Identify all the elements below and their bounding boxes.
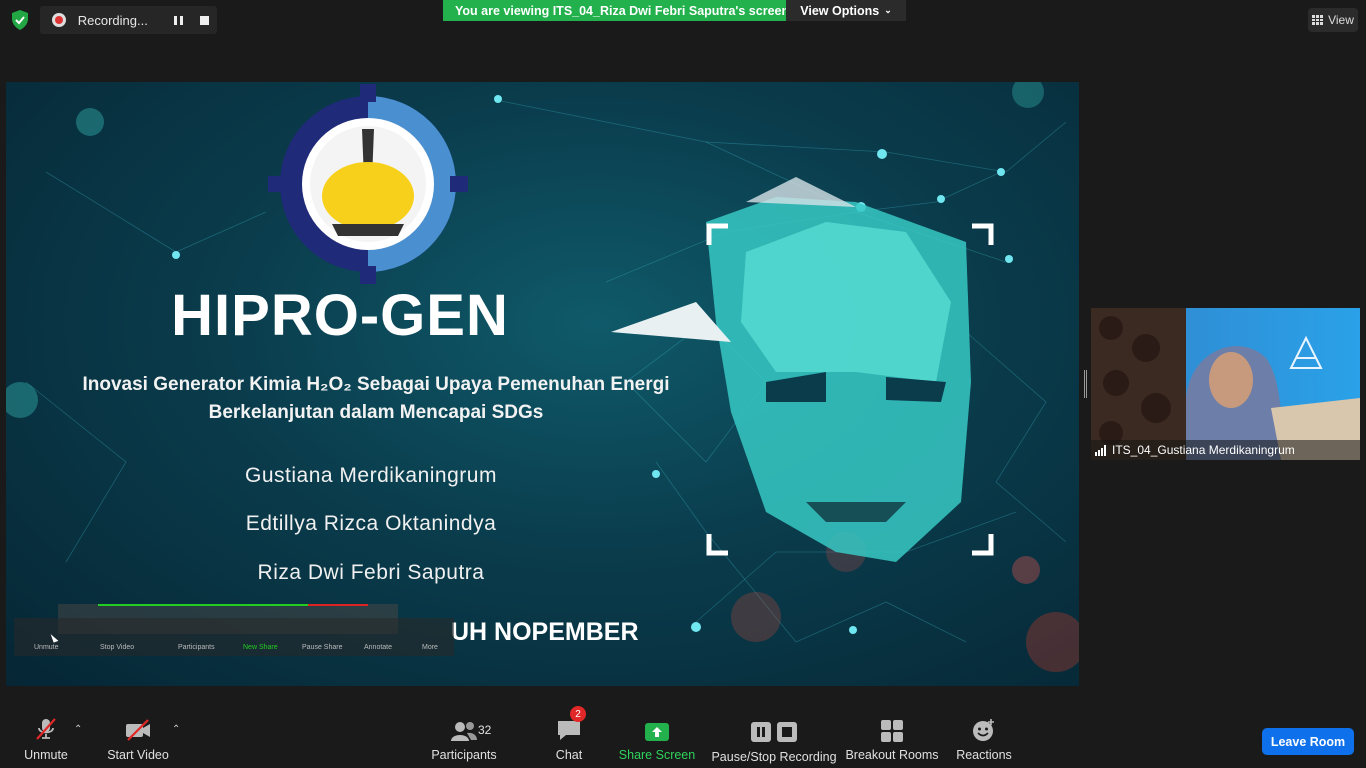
slide-institution: UH NOPEMBER	[451, 618, 639, 646]
chat-button[interactable]: 2 Chat	[548, 706, 590, 768]
participants-label: Participants	[431, 748, 497, 762]
mini-pause-share-label: Pause Share	[302, 644, 343, 651]
slide-author: Riza Dwi Febri Saputra	[257, 561, 485, 584]
chevron-down-icon: ⌄	[884, 5, 892, 15]
meeting-toolbar: Unmute ⌃ Start Video ⌃ Participants 32 2…	[0, 706, 1366, 768]
pause-stop-recording-label: Pause/Stop Recording	[711, 750, 837, 764]
participants-icon	[451, 722, 477, 741]
stop-icon	[199, 15, 209, 25]
start-video-label: Start Video	[107, 748, 169, 762]
reactions-icon	[973, 719, 994, 741]
breakout-rooms-icon	[881, 720, 903, 742]
start-video-button[interactable]: Start Video	[104, 712, 172, 768]
slide-author: Edtillya Rizca Oktanindya	[245, 512, 497, 535]
participant-name-bar: ITS_04_Gustiana Merdikaningrum	[1091, 440, 1360, 460]
participant-video-frame	[1091, 308, 1360, 460]
slide-title: HIPRO-GEN	[171, 283, 509, 348]
pause-recording-button[interactable]	[166, 6, 192, 34]
zoom-meeting-window: Recording... You are viewing ITS_04_Riza…	[0, 0, 1366, 768]
slide-subtitle-line2: Berkelanjutan dalam Mencapai SDGs	[208, 402, 544, 423]
mini-participants-label: Participants	[178, 644, 215, 651]
slide-author: Gustiana Merdikaningrum	[245, 464, 497, 487]
breakout-rooms-button[interactable]: Breakout Rooms	[845, 712, 939, 768]
chat-unread-badge: 2	[570, 706, 586, 722]
unmute-button[interactable]: Unmute	[18, 712, 74, 768]
breakout-rooms-label: Breakout Rooms	[845, 748, 939, 762]
chat-label: Chat	[555, 748, 583, 762]
camera-off-icon	[126, 719, 150, 741]
pause-recording-icon	[751, 722, 771, 742]
leave-room-button[interactable]: Leave Room	[1262, 728, 1354, 755]
pause-stop-recording-button[interactable]: Pause/Stop Recording	[711, 712, 837, 768]
reactions-button[interactable]: Reactions	[955, 712, 1013, 768]
audio-options-caret-icon[interactable]: ⌃	[74, 724, 82, 735]
microphone-muted-icon	[36, 718, 56, 740]
share-screen-icon	[645, 723, 669, 741]
shared-screen[interactable]: HIPRO-GEN Inovasi Generator Kimia H₂O₂ S…	[6, 82, 1079, 686]
mini-annotate-label: Annotate	[364, 644, 393, 651]
participants-count: 32	[478, 723, 492, 737]
stop-recording-button[interactable]	[192, 6, 218, 34]
banner-text: You are viewing ITS_04_Riza Dwi Febri Sa…	[455, 3, 790, 18]
view-options-button[interactable]: View Options ⌄	[786, 0, 906, 21]
view-button[interactable]: View	[1308, 8, 1358, 32]
participant-video[interactable]: ITS_04_Gustiana Merdikaningrum	[1091, 308, 1360, 460]
slide-subtitle-line1: Inovasi Generator Kimia H₂O₂ Sebagai Upa…	[82, 374, 670, 395]
mini-more-label: More	[422, 644, 438, 651]
view-label: View	[1328, 13, 1354, 27]
resize-handle[interactable]	[1084, 370, 1087, 398]
share-screen-button[interactable]: Share Screen	[618, 712, 696, 768]
viewing-screen-banner: You are viewing ITS_04_Riza Dwi Febri Sa…	[443, 0, 790, 21]
view-options-label: View Options	[800, 3, 880, 18]
reactions-label: Reactions	[956, 748, 1012, 762]
unmute-label: Unmute	[24, 748, 68, 762]
participant-name: ITS_04_Gustiana Merdikaningrum	[1112, 443, 1295, 457]
pause-icon	[174, 15, 184, 25]
polygon-face-graphic	[611, 177, 971, 562]
mini-stop-video-label: Stop Video	[100, 644, 135, 651]
security-shield-icon[interactable]	[10, 9, 30, 31]
participants-button[interactable]: Participants 32	[430, 712, 498, 768]
recording-label: Recording...	[77, 12, 148, 28]
signal-strength-icon	[1095, 444, 1106, 456]
stop-recording-icon	[777, 722, 797, 742]
presenter-mini-toolbar: Unmute Stop Video Participants New Share…	[14, 618, 454, 656]
record-dot-icon	[52, 13, 66, 27]
grid-view-icon	[1312, 15, 1324, 25]
video-options-caret-icon[interactable]: ⌃	[172, 724, 180, 735]
recording-indicator: Recording...	[40, 6, 217, 34]
share-screen-label: Share Screen	[618, 748, 696, 762]
mini-unmute-label: Unmute	[34, 644, 59, 651]
its-logo	[268, 84, 468, 284]
mini-new-share-label: New Share	[243, 644, 278, 651]
